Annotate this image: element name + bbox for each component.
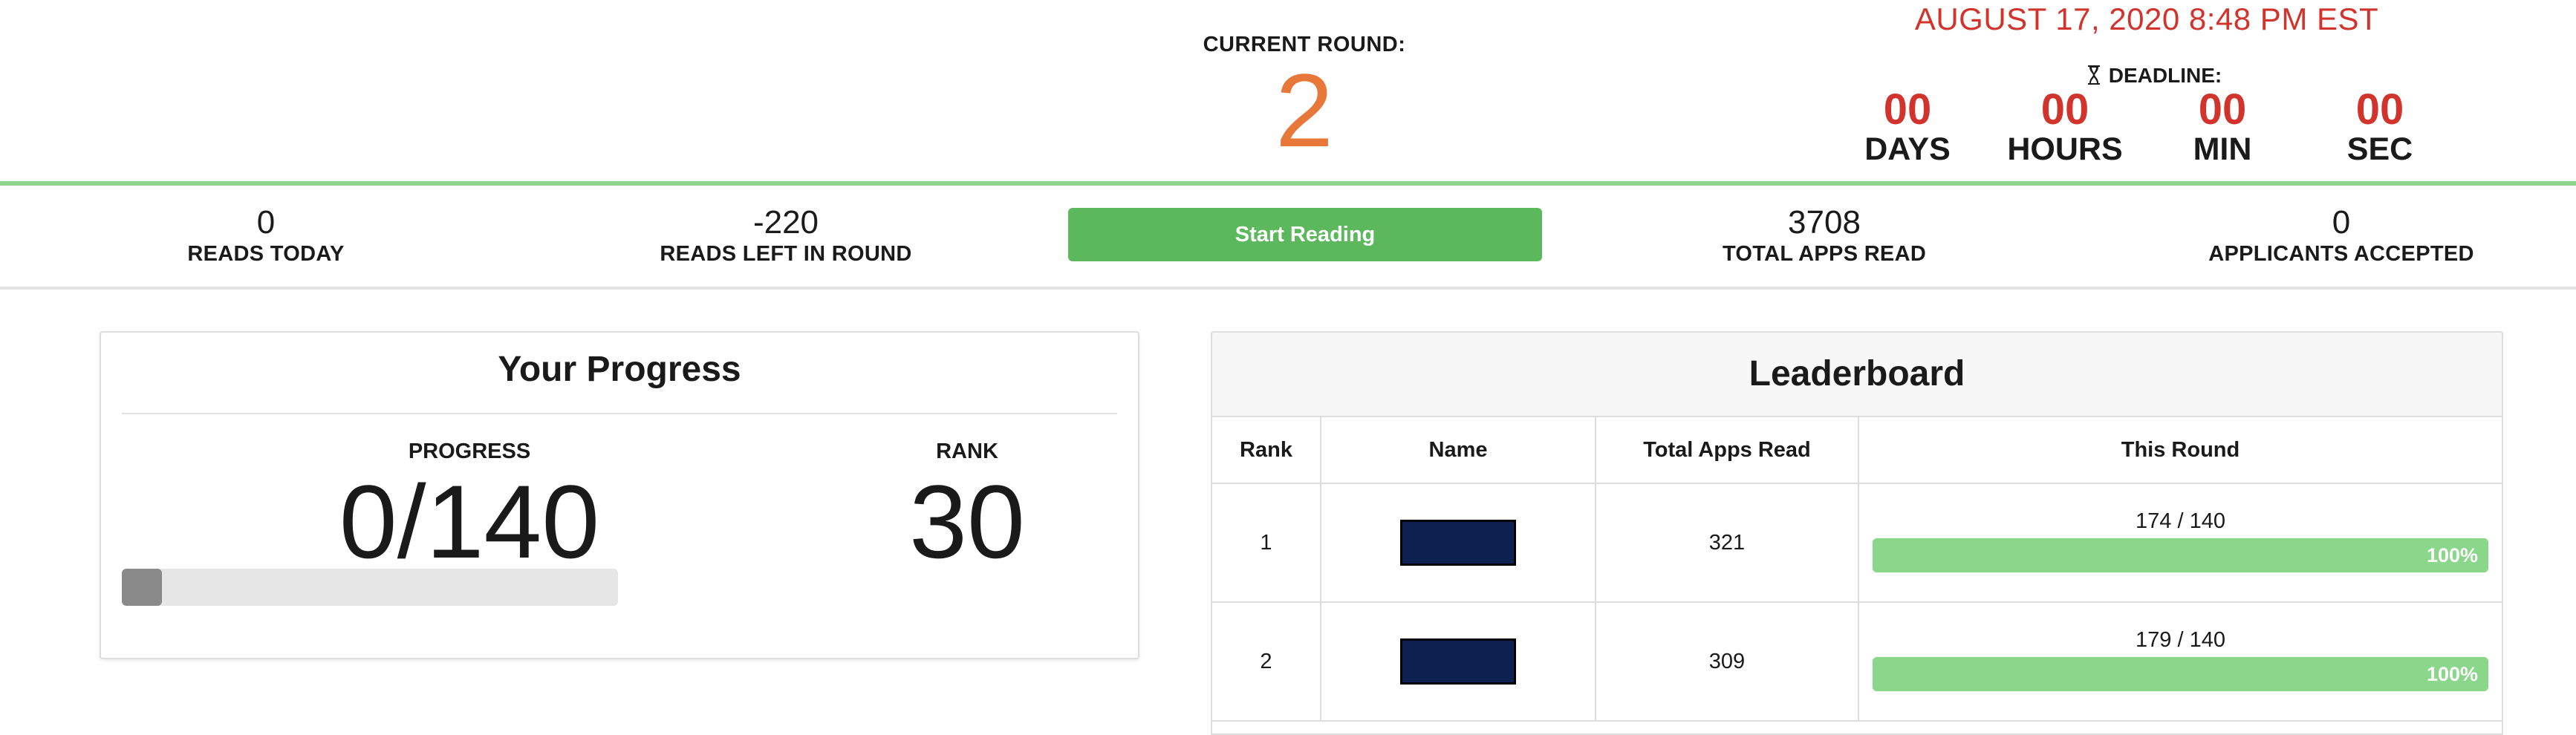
countdown-days-value: 00 xyxy=(1883,85,1932,134)
round-progress-fill xyxy=(1873,656,2488,691)
table-row: 1 321 174 / 140 100% xyxy=(1212,483,2502,603)
progress-bar xyxy=(122,569,618,606)
leaderboard-panel: Leaderboard Rank Name Total Apps Read Th… xyxy=(1211,331,2503,735)
countdown-hours: 00 HOURS xyxy=(1991,85,2139,167)
countdown-min-value: 00 xyxy=(2198,85,2247,134)
redacted-name xyxy=(1400,638,1516,685)
countdown-hours-value: 00 xyxy=(2040,85,2089,134)
row-rank: 1 xyxy=(1212,483,1321,603)
row-total-apps-read: 309 xyxy=(1596,602,1859,722)
stat-reads-today: 0 READS TODAY xyxy=(73,205,459,267)
countdown-days: 00 DAYS xyxy=(1833,85,1982,167)
reads-today-label: READS TODAY xyxy=(187,242,345,266)
stat-reads-left: -220 READS LEFT IN ROUND xyxy=(593,205,979,267)
round-progress-bar: 100% xyxy=(1873,656,2488,691)
round-progress-percent: 100% xyxy=(2426,662,2478,685)
rank-value: 30 xyxy=(909,463,1025,580)
current-date-time: AUGUST 17, 2020 8:48 PM EST xyxy=(1914,1,2379,36)
row-total-apps-read: 321 xyxy=(1596,483,1859,603)
countdown-hours-unit: HOURS xyxy=(2007,131,2123,167)
leaderboard-header: Leaderboard xyxy=(1212,333,2502,417)
table-row: 2 309 179 / 140 100% xyxy=(1212,602,2502,722)
column-header-rank[interactable]: Rank xyxy=(1212,417,1321,484)
progress-card: Your Progress PROGRESS 0/140 RANK 30 xyxy=(100,331,1139,659)
redacted-name xyxy=(1400,520,1516,566)
progress-label: PROGRESS xyxy=(408,440,531,463)
progress-value: 0/140 xyxy=(339,463,600,580)
column-header-total-apps-read[interactable]: Total Apps Read xyxy=(1596,417,1859,484)
current-round: CURRENT ROUND: 2 xyxy=(1156,33,1453,163)
countdown-min: 00 MIN xyxy=(2148,85,2297,167)
row-name-cell xyxy=(1321,602,1596,722)
row-this-round: 174 / 140 100% xyxy=(1858,483,2502,603)
countdown-days-unit: DAYS xyxy=(1864,131,1951,167)
reads-left-label: READS LEFT IN ROUND xyxy=(660,242,912,266)
progress-card-title: Your Progress xyxy=(498,350,741,389)
round-progress-fill xyxy=(1873,538,2488,572)
leaderboard-title: Leaderboard xyxy=(1749,354,1965,393)
applicants-accepted-value: 0 xyxy=(2332,204,2351,241)
round-progress-bar: 100% xyxy=(1873,538,2488,572)
leaderboard-table: Rank Name Total Apps Read This Round 1 3… xyxy=(1212,417,2502,722)
total-apps-read-label: TOTAL APPS READ xyxy=(1722,242,1927,266)
applicants-accepted-label: APPLICANTS ACCEPTED xyxy=(2208,242,2474,266)
round-count: 179 / 140 xyxy=(2136,627,2225,652)
reads-today-value: 0 xyxy=(256,204,276,241)
countdown-sec-unit: SEC xyxy=(2346,131,2413,167)
total-apps-read-value: 3708 xyxy=(1788,204,1861,241)
round-progress-percent: 100% xyxy=(2426,543,2478,566)
row-rank: 2 xyxy=(1212,602,1321,722)
row-name-cell xyxy=(1321,483,1596,603)
top-header: CURRENT ROUND: 2 AUGUST 17, 2020 8:48 PM… xyxy=(0,0,2576,183)
progress-bar-fill xyxy=(122,569,162,606)
countdown-sec-value: 00 xyxy=(2355,85,2404,134)
current-round-value: 2 xyxy=(1275,52,1333,169)
leaderboard-header-row: Rank Name Total Apps Read This Round xyxy=(1212,417,2502,484)
countdown-min-unit: MIN xyxy=(2193,131,2252,167)
stats-bar: 0 READS TODAY -220 READS LEFT IN ROUND S… xyxy=(0,186,2576,287)
rank-label: RANK xyxy=(936,440,998,463)
stat-applicants-accepted: 0 APPLICANTS ACCEPTED xyxy=(2148,205,2534,267)
row-this-round: 179 / 140 100% xyxy=(1858,602,2502,722)
reads-left-value: -220 xyxy=(752,204,819,241)
countdown-sec: 00 SEC xyxy=(2306,85,2454,167)
column-header-this-round[interactable]: This Round xyxy=(1858,417,2502,484)
start-reading-button[interactable]: Start Reading xyxy=(1068,208,1542,261)
stats-divider xyxy=(0,287,2576,290)
stat-total-apps-read: 3708 TOTAL APPS READ xyxy=(1631,205,2017,267)
round-count: 174 / 140 xyxy=(2136,509,2225,533)
deadline-label: DEADLINE: xyxy=(2108,64,2222,87)
column-header-name[interactable]: Name xyxy=(1321,417,1596,484)
progress-card-divider xyxy=(122,413,1117,414)
